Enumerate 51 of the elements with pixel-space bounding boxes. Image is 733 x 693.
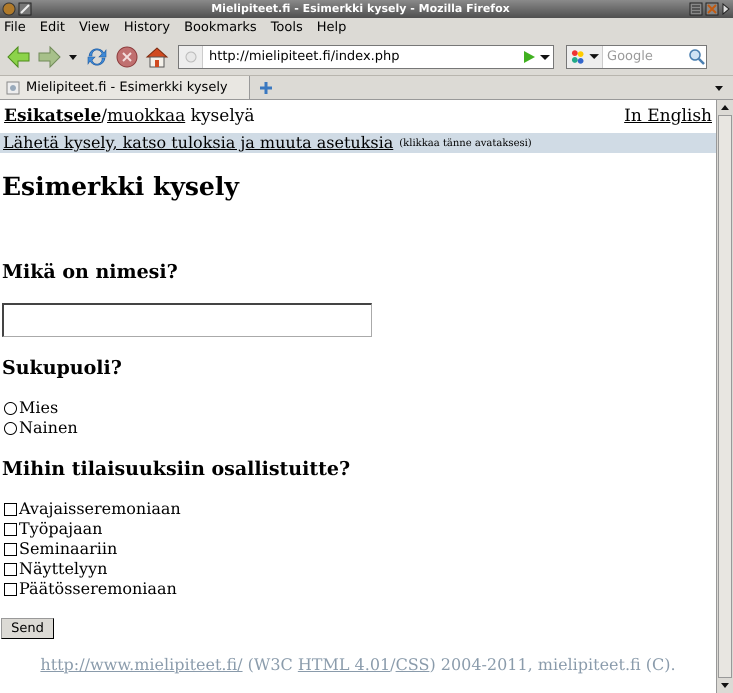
search-engine-icon[interactable] [569, 48, 600, 66]
search-icon[interactable] [688, 48, 706, 66]
language-link[interactable]: In English [624, 104, 712, 130]
question-heading: Mihin tilaisuuksiin osallistuitte? [2, 457, 352, 481]
menu-item[interactable]: View [78, 18, 110, 38]
stop-icon[interactable] [114, 44, 140, 70]
radio-button[interactable] [4, 422, 17, 434]
hint-text: (klikkaa tänne avataksesi) [399, 136, 532, 150]
option-label: Päätösseremoniaan [19, 578, 177, 600]
option-label: Näyttelyyn [19, 558, 108, 580]
checkbox[interactable] [4, 582, 17, 596]
header-text: Esikatsele/muokkaa kyselyä [4, 105, 254, 128]
window-title: Mielipiteet.fi - Esimerkki kysely - Mozilla Firefox [210, 0, 511, 17]
checkbox[interactable] [4, 542, 17, 556]
link[interactable]: muokkaa [107, 106, 186, 126]
checkbox[interactable] [4, 502, 17, 516]
option-label: Avajaisseremoniaan [19, 498, 181, 520]
arrow-right-icon[interactable] [721, 2, 731, 16]
new-tab-plus-icon[interactable] [258, 80, 274, 96]
menu-item[interactable]: Bookmarks [184, 18, 257, 38]
window-menu-icon[interactable] [2, 2, 16, 16]
option-label: Mies [19, 397, 58, 419]
radio-button[interactable] [4, 402, 17, 414]
page-icon [184, 50, 198, 64]
settings-link[interactable]: Lähetä kysely, katso tuloksia ja muuta asetuksia [3, 131, 394, 155]
settings-bar[interactable]: Lähetä kysely, katso tuloksia ja muuta asetuksia (klikkaa tänne avataksesi) [0, 133, 716, 153]
menu-item[interactable]: Edit [40, 18, 65, 38]
question-heading: Mikä on nimesi? [2, 260, 179, 284]
option-label: Nainen [19, 417, 78, 439]
back-arrow-icon[interactable] [6, 44, 32, 70]
option-label: Seminaariin [19, 538, 118, 560]
page-icon [6, 80, 20, 94]
tab[interactable]: Mielipiteet.fi - Esimerkki kysely [0, 76, 250, 99]
text-field[interactable] [2, 303, 372, 337]
question-heading: Sukupuoli? [2, 356, 123, 380]
link[interactable]: Esikatsele [4, 106, 102, 126]
option-label: Työpajaan [19, 518, 102, 540]
checkbox[interactable] [4, 522, 17, 536]
menu-item[interactable]: File [4, 18, 26, 38]
scrollbar[interactable] [716, 100, 733, 693]
checkbox[interactable] [4, 562, 17, 576]
send-button[interactable]: Send [1, 618, 54, 639]
shade-icon[interactable] [689, 2, 703, 16]
page-heading: Esimerkki kysely [2, 172, 240, 202]
menu-item[interactable]: Tools [270, 18, 303, 38]
url-field[interactable]: http://mielipiteet.fi/index.php [178, 44, 554, 68]
pin-icon[interactable] [18, 2, 32, 16]
close-icon[interactable] [705, 2, 719, 16]
menu-item[interactable]: History [124, 18, 170, 38]
menu-item[interactable]: Help [316, 18, 346, 38]
footer-text: http://www.mielipiteet.fi/ (W3C HTML 4.01/CSS) 2004-2011, mielipiteet.fi (C). [39, 654, 677, 676]
